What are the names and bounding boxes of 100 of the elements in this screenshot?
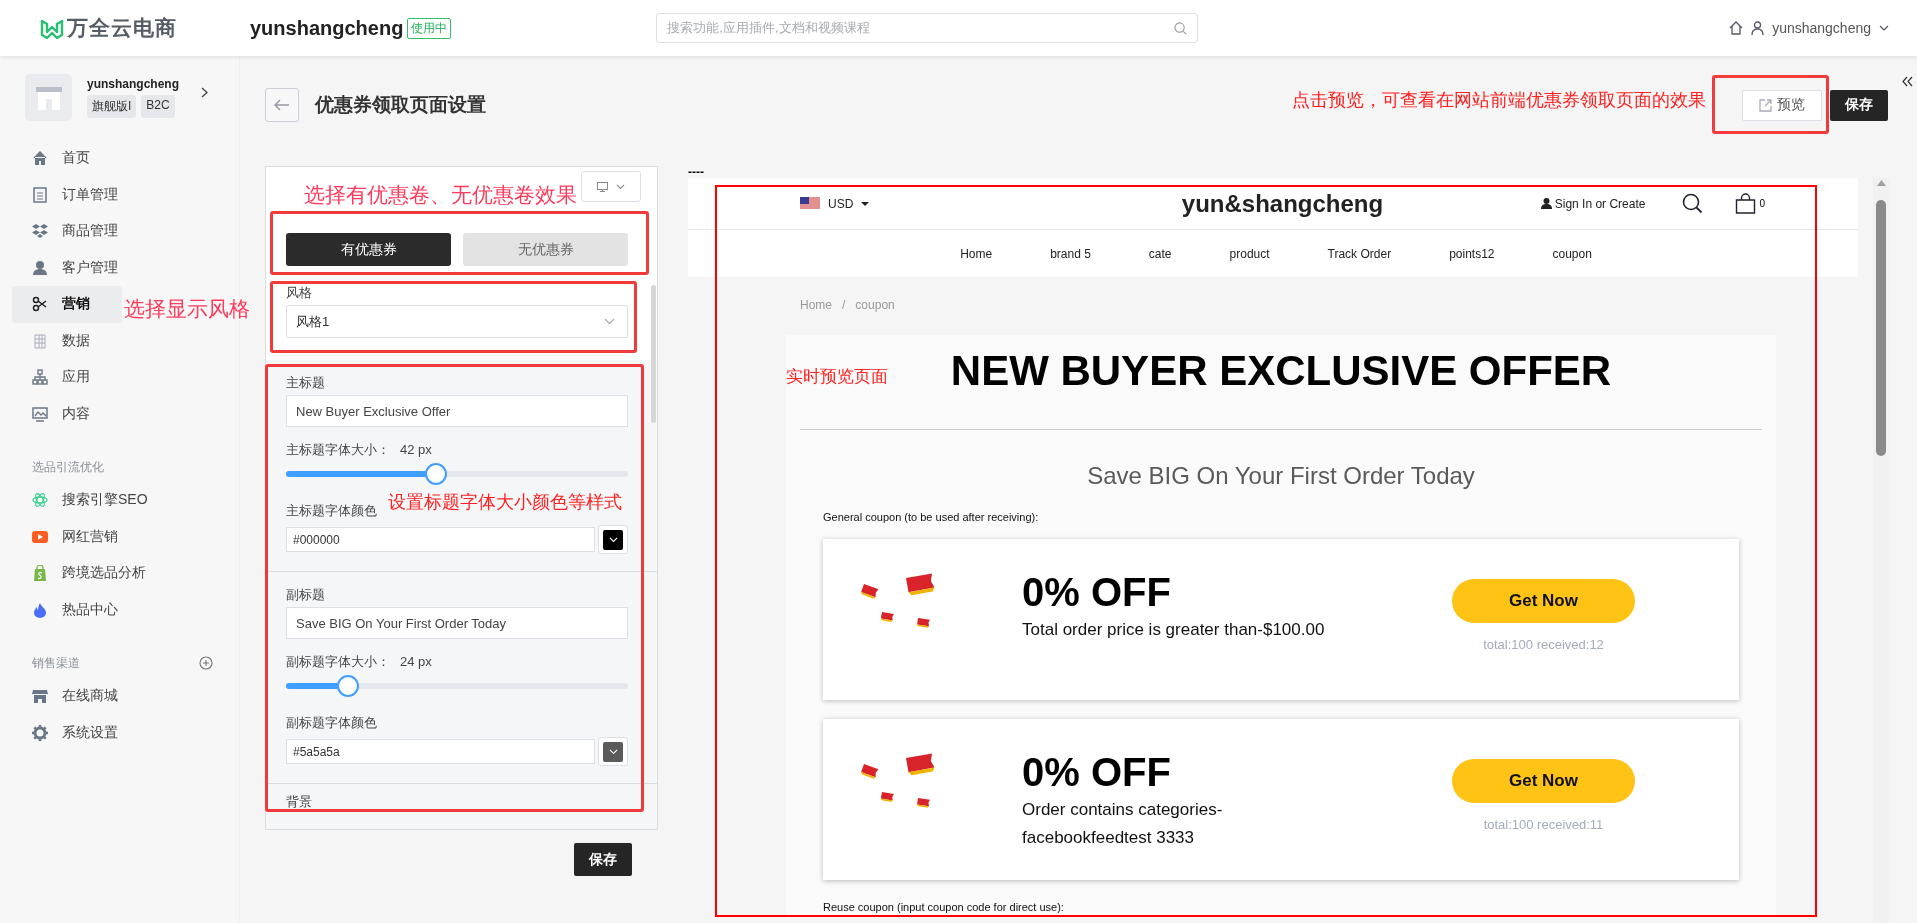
shopping-bag-icon[interactable] [1735,193,1757,214]
nav-item[interactable]: 在线商城 [12,678,128,715]
caret-down-icon [861,201,870,206]
flame-icon [32,601,48,618]
nav-item[interactable]: 订单管理 [12,176,128,213]
nav-link[interactable]: Home [960,246,993,261]
scissors-icon [32,296,48,313]
coupon-stats: total:100 received:11 [1483,817,1604,832]
size-value: 24 px [400,654,432,670]
currency-select[interactable]: USD [828,196,854,211]
color-input[interactable]: #5a5a5a [286,739,595,764]
document-icon [32,186,48,203]
offer-subheading: Save BIG On Your First Order Today [1086,461,1476,491]
atom-icon [32,492,48,509]
gear-icon [32,724,48,741]
cart-count: 0 [1759,198,1765,209]
external-link-icon [1759,98,1772,112]
style-select[interactable]: 风格1 [286,305,628,338]
nav-link[interactable]: Track Order [1327,246,1392,261]
breadcrumb-separator: / [842,298,846,314]
store-icon [32,688,48,705]
nav-link[interactable]: points12 [1449,246,1495,261]
tab[interactable]: 有优惠券 [286,233,451,266]
nav-link[interactable]: coupon [1552,246,1592,261]
nav-item[interactable]: 应用 [12,359,122,396]
store-brand: yun&shangcheng [1181,189,1384,218]
logo-icon [40,17,64,39]
chevron-right-icon[interactable] [201,86,208,98]
scrollbar[interactable] [1873,178,1890,923]
status-badge: 使用中 [407,17,452,39]
group-title: 选品引流优化 [32,458,104,476]
sign-in-link[interactable]: Sign In or Create [1540,196,1646,211]
logo-text: 万全云电商 [67,15,177,41]
save-button[interactable]: 保存 [1830,89,1888,121]
nav-link[interactable]: cate [1148,246,1172,261]
image-icon [32,405,48,422]
monitor-icon [597,181,608,192]
user-name[interactable]: yunshangcheng [1772,20,1871,36]
color-input[interactable]: #000000 [286,527,595,552]
store-name: yunshangcheng [250,16,404,40]
person-icon [32,259,48,276]
scroll-up-icon[interactable] [1877,180,1886,186]
preview-button[interactable]: 预览 [1742,89,1822,121]
get-now-button[interactable]: Get Now [1452,759,1635,803]
nav-item[interactable]: 搜索引擎SEO [12,482,158,519]
nav-item[interactable]: 商品管理 [12,213,128,250]
scrollbar-thumb[interactable] [1876,200,1886,456]
search-icon [1174,21,1188,35]
text-input[interactable]: New Buyer Exclusive Offer [286,395,628,427]
nav-item[interactable]: 客户管理 [12,249,128,286]
video-play-icon [32,528,48,545]
section-label: General coupon (to be used after receiving): [823,510,1040,525]
page-title: 优惠券领取页面设置 [315,93,486,117]
tab[interactable]: 无优惠券 [463,233,628,266]
back-button[interactable] [265,88,299,122]
field-label: 主标题字体颜色 [286,503,378,519]
scrollbar[interactable] [651,285,656,423]
add-icon[interactable] [199,656,213,670]
annotation-text: 实时预览页面 [786,367,888,388]
slider-thumb[interactable] [336,675,359,697]
nav-item[interactable]: 网红营销 [12,518,128,555]
plan-tag: 旗舰版I [87,94,137,118]
annotation-text: 点击预览，可查看在网站前端优惠券领取页面的效果 [1292,90,1706,112]
store-avatar [25,73,72,121]
slider-thumb[interactable] [425,463,448,485]
shopping-bag-icon [32,565,48,582]
save-button[interactable]: 保存 [574,843,632,876]
size-value: 42 px [400,442,432,458]
home-icon[interactable] [1729,21,1744,35]
color-swatch[interactable] [598,737,628,766]
nav-item[interactable]: 热品中心 [12,591,128,628]
nav-link[interactable]: brand 5 [1050,246,1091,261]
annotation-text: 选择有优惠卷、无优惠卷效果 [304,182,577,208]
text-input[interactable]: Save BIG On Your First Order Today [286,607,628,639]
field-label: 副标题字体大小： [286,654,390,670]
us-flag-icon [800,197,820,210]
color-swatch[interactable] [598,525,628,554]
nav-item[interactable]: 内容 [12,395,122,432]
search-icon[interactable] [1682,193,1704,214]
field-label: 风格 [286,285,313,301]
nav-item[interactable]: 跨境选品分析 [12,555,156,592]
coupon-condition: Total order price is greater than-$100.00 [1022,619,1326,641]
plan-tag: B2C [141,94,175,118]
divider-text: ---- [688,166,705,180]
field-label: 主标题 [286,375,326,391]
nav-item[interactable]: 数据 [12,322,122,359]
offer-heading: NEW BUYER EXCLUSIVE OFFER [950,346,1612,396]
device-select[interactable] [581,171,641,202]
nav-link[interactable]: product [1229,246,1270,261]
nav-item[interactable]: 营销 [12,286,122,323]
field-label: 背景 [285,793,313,811]
discount-text: 0% OFF [1022,570,1172,614]
nav-item[interactable]: 首页 [12,140,122,177]
double-chevron-left-icon[interactable] [1902,76,1913,87]
get-now-button[interactable]: Get Now [1452,579,1635,623]
field-label: 副标题 [286,587,326,603]
chevron-down-icon [616,183,625,190]
discount-text: 0% OFF [1022,750,1172,794]
nav-item[interactable]: 系统设置 [12,714,128,751]
annotation-text: 设置标题字体大小颜色等样式 [388,492,622,514]
